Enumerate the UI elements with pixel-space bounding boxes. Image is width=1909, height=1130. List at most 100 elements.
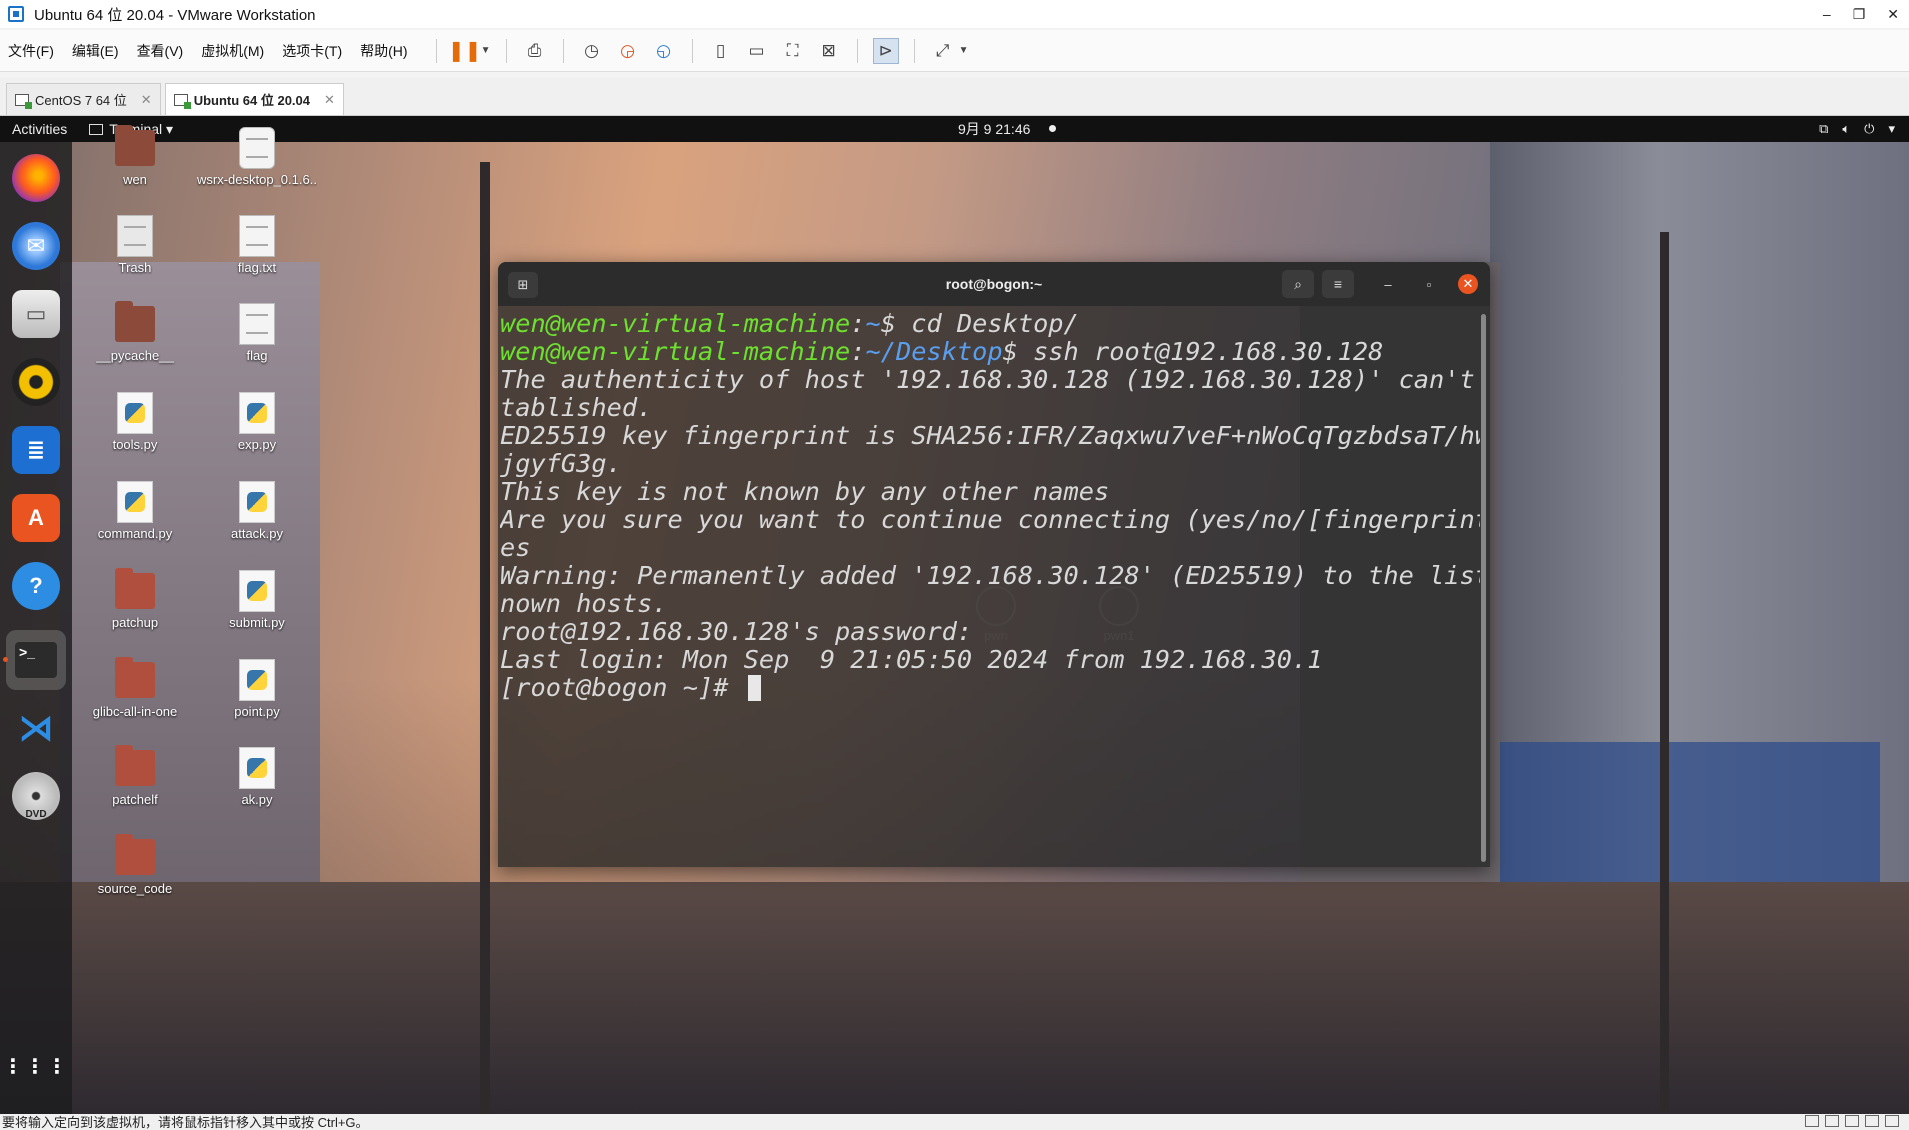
terminal-text: : bbox=[850, 337, 866, 366]
desktop-icon-attack-py[interactable]: attack.py bbox=[197, 481, 317, 541]
desktop-icon-exp-py[interactable]: exp.py bbox=[197, 392, 317, 452]
writer-icon[interactable]: ≣ bbox=[12, 426, 60, 474]
network-adapter-icon[interactable] bbox=[1845, 1115, 1859, 1127]
restore-button[interactable]: ❐ bbox=[1853, 0, 1866, 28]
full-screen-icon[interactable]: ⛶ bbox=[780, 38, 806, 64]
terminal-window[interactable]: ⊞ root@bogon:~ ⌕ ≡ – ▫ ✕ wen@wen-virtual… bbox=[498, 262, 1490, 867]
revert-snapshot-icon[interactable]: ◶ bbox=[615, 38, 641, 64]
close-button[interactable]: ✕ bbox=[1887, 0, 1899, 28]
new-tab-icon[interactable]: ⊞ bbox=[508, 272, 538, 298]
desktop-icon-ak-py[interactable]: ak.py bbox=[197, 747, 317, 807]
power-dropdown-icon[interactable]: ▼ bbox=[481, 38, 491, 64]
hdd-icon[interactable] bbox=[1805, 1115, 1819, 1127]
activities-button[interactable]: Activities bbox=[12, 121, 67, 137]
terminal-output[interactable]: wen@wen-virtual-machine:~$ cd Desktop/we… bbox=[500, 310, 1480, 860]
files-icon[interactable]: ▭ bbox=[12, 290, 60, 338]
folder-icon bbox=[115, 834, 155, 877]
help-icon[interactable]: ? bbox=[12, 562, 60, 610]
desktop-icon-source-code[interactable]: source_code bbox=[75, 834, 195, 896]
close-icon[interactable]: ✕ bbox=[1458, 274, 1478, 294]
dvd-icon[interactable]: DVD bbox=[12, 772, 60, 820]
desktop-icon-label: __pycache__ bbox=[96, 348, 174, 363]
desktop-icon-pycache[interactable]: __pycache__ bbox=[75, 301, 195, 363]
terminal-text: $ ssh root@192.168.30.128 bbox=[1002, 337, 1384, 366]
desktop-icon-wen[interactable]: wen bbox=[75, 125, 195, 187]
terminal-line: The authenticity of host '192.168.30.128… bbox=[500, 366, 1480, 394]
show-library-icon[interactable]: ▯ bbox=[708, 38, 734, 64]
desktop-icon-submit-py[interactable]: submit.py bbox=[197, 570, 317, 630]
tab-close-icon[interactable]: ✕ bbox=[141, 92, 152, 108]
desktop-icon-label: exp.py bbox=[237, 437, 277, 452]
terminal-line: root@192.168.30.128's password: bbox=[500, 618, 1480, 646]
cd-icon[interactable] bbox=[1825, 1115, 1839, 1127]
terminal-line: tablished. bbox=[500, 394, 1480, 422]
send-ctrl-alt-del-icon[interactable]: ⎙ bbox=[522, 38, 548, 64]
toolbar-separator bbox=[435, 38, 437, 63]
wallpaper-pole bbox=[480, 162, 490, 1114]
tab-centos[interactable]: CentOS 7 64 位 ✕ bbox=[6, 83, 161, 115]
search-icon[interactable]: ⌕ bbox=[1282, 270, 1314, 298]
show-applications-icon[interactable]: ⋮⋮⋮ bbox=[3, 1042, 67, 1090]
desktop-icon-label: patchelf bbox=[112, 792, 158, 807]
terminal-text: ED25519 key fingerprint is SHA256:IFR/Za… bbox=[500, 421, 1480, 450]
desktop-icon-point-py[interactable]: point.py bbox=[197, 659, 317, 719]
vscode-icon[interactable]: ⋊ bbox=[12, 704, 60, 752]
unity-icon[interactable]: ⊠ bbox=[816, 38, 842, 64]
menu-help[interactable]: 帮助(H) bbox=[360, 41, 407, 61]
menu-edit[interactable]: 编辑(E) bbox=[72, 41, 119, 61]
terminal-text: This key is not known by any other names bbox=[500, 477, 1110, 506]
terminal-line: Warning: Permanently added '192.168.30.1… bbox=[500, 562, 1480, 590]
toolbar-separator bbox=[913, 38, 915, 63]
console-view-icon[interactable]: ⊳ bbox=[872, 37, 899, 64]
firefox-icon[interactable] bbox=[12, 154, 60, 202]
desktop-icon-wsrx[interactable]: wsrx-desktop_0.1.6... bbox=[197, 127, 317, 187]
terminal-text: tablished. bbox=[500, 393, 653, 422]
usb-icon[interactable] bbox=[1865, 1115, 1879, 1127]
maximize-icon[interactable]: ▫ bbox=[1419, 274, 1439, 294]
menu-view[interactable]: 查看(V) bbox=[137, 41, 184, 61]
sound-icon[interactable] bbox=[1885, 1115, 1899, 1127]
snapshot-icon[interactable]: ◷ bbox=[579, 38, 605, 64]
software-icon[interactable]: A bbox=[12, 494, 60, 542]
desktop-icon-flag-txt[interactable]: flag.txt bbox=[197, 215, 317, 275]
desktop-icon-glibc[interactable]: glibc-all-in-one bbox=[75, 657, 195, 719]
notification-dot-icon bbox=[1049, 125, 1056, 132]
wallpaper-street bbox=[0, 882, 1909, 1114]
snapshot-manager-icon[interactable]: ◵ bbox=[651, 38, 677, 64]
vmware-title-bar: Ubuntu 64 位 20.04 - VMware Workstation –… bbox=[0, 0, 1909, 28]
terminal-line: wen@wen-virtual-machine:~$ cd Desktop/ bbox=[500, 310, 1480, 338]
tab-ubuntu[interactable]: Ubuntu 64 位 20.04 ✕ bbox=[164, 83, 344, 115]
terminal-text: jgyfG3g. bbox=[500, 449, 622, 478]
menu-tabs[interactable]: 选项卡(T) bbox=[282, 41, 342, 61]
desktop-icon-command-py[interactable]: command.py bbox=[75, 481, 195, 541]
terminal-text: The authenticity of host '192.168.30.128… bbox=[500, 365, 1480, 394]
terminal-icon[interactable]: >_ bbox=[6, 630, 66, 690]
hamburger-menu-icon[interactable]: ≡ bbox=[1322, 270, 1354, 298]
desktop-icon-patchelf[interactable]: patchelf bbox=[75, 745, 195, 807]
menu-file[interactable]: 文件(F) bbox=[8, 41, 54, 61]
terminal-text: : bbox=[850, 310, 866, 338]
minimize-button[interactable]: – bbox=[1823, 0, 1831, 28]
guest-display[interactable]: Activities Terminal ▾ 9月 9 21:46 ⧉ 🔈︎ ⏻ … bbox=[0, 116, 1909, 1114]
stretch-dropdown-icon[interactable]: ▼ bbox=[959, 38, 969, 64]
clock[interactable]: 9月 9 21:46 bbox=[958, 119, 1030, 139]
desktop-icon-label: glibc-all-in-one bbox=[92, 704, 178, 719]
desktop-icon-tools-py[interactable]: tools.py bbox=[75, 392, 195, 452]
thumbnail-bar-icon[interactable]: ▭ bbox=[744, 38, 770, 64]
desktop-icon-flag[interactable]: flag bbox=[197, 303, 317, 363]
stretch-guest-icon[interactable]: ⤢ bbox=[930, 38, 956, 64]
system-tray[interactable]: ⧉ 🔈︎ ⏻ ▾ bbox=[1819, 121, 1895, 137]
thunderbird-icon[interactable]: ✉ bbox=[12, 222, 60, 270]
terminal-scrollbar[interactable] bbox=[1481, 314, 1486, 862]
tab-label: CentOS 7 64 位 bbox=[35, 93, 127, 108]
tab-close-icon[interactable]: ✕ bbox=[324, 92, 335, 108]
pause-icon[interactable]: ❚❚ bbox=[448, 38, 482, 64]
minimize-icon[interactable]: – bbox=[1378, 274, 1398, 294]
toolbar-separator bbox=[691, 38, 693, 63]
rhythmbox-icon[interactable] bbox=[12, 358, 60, 406]
desktop-icon-label: wsrx-desktop_0.1.6... bbox=[197, 172, 317, 187]
desktop-icon-patchup[interactable]: patchup bbox=[75, 568, 195, 630]
python-file-icon bbox=[237, 659, 277, 701]
desktop-icon-trash[interactable]: Trash bbox=[75, 215, 195, 275]
menu-vm[interactable]: 虚拟机(M) bbox=[201, 41, 264, 61]
